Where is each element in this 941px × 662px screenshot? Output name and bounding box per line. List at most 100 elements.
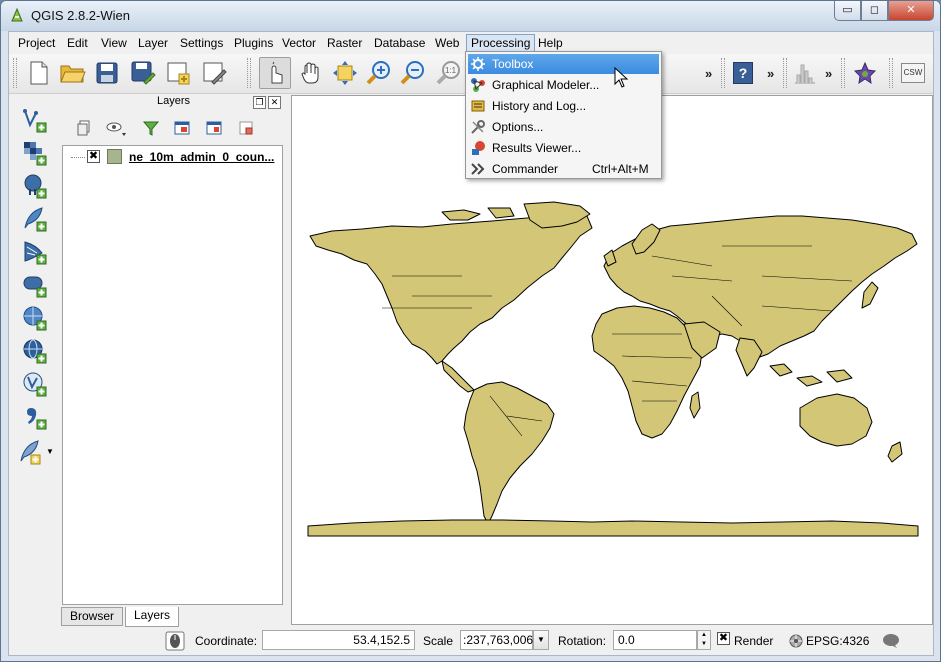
save-as-button[interactable]	[127, 57, 159, 89]
scale-dropdown-button[interactable]: ▼	[533, 630, 549, 650]
toolbar-grip[interactable]	[247, 58, 251, 88]
plugin-star-icon	[853, 61, 877, 85]
close-button[interactable]: ✕	[888, 1, 934, 21]
title-bar[interactable]: QGIS 2.8.2-Wien ▭ ◻ ✕	[1, 1, 940, 31]
antarctica-landmass	[307, 519, 919, 537]
menu-help[interactable]: Help	[534, 34, 567, 52]
north-america-landmass	[309, 213, 593, 365]
menu-edit[interactable]: Edit	[63, 34, 92, 52]
panel-float-button[interactable]: ❐	[253, 96, 266, 109]
help-contents-button[interactable]: ?	[727, 57, 759, 89]
new-layer-feather-icon	[20, 440, 41, 465]
japan	[861, 281, 879, 309]
tab-browser[interactable]: Browser	[61, 607, 124, 626]
crs-status-label[interactable]: EPSG:4326	[806, 634, 869, 648]
add-raster-layer-button[interactable]	[19, 138, 51, 168]
toolbar-grip[interactable]	[13, 58, 17, 88]
zoom-in-icon	[366, 61, 390, 85]
manage-visibility-button[interactable]	[105, 117, 127, 139]
maximize-button[interactable]: ◻	[861, 1, 888, 21]
add-wfs-layer-button[interactable]	[19, 369, 51, 399]
menu-view[interactable]: View	[97, 34, 131, 52]
panel-close-button[interactable]: ✕	[268, 96, 281, 109]
add-spatialite-layer-button[interactable]	[19, 204, 51, 234]
minimize-button[interactable]: ▭	[834, 1, 861, 21]
scale-combobox[interactable]: :237,763,006	[460, 630, 533, 650]
menu-web[interactable]: Web	[431, 34, 463, 52]
new-zealand	[887, 441, 903, 463]
toolbar-overflow-chevron[interactable]: »	[705, 66, 712, 81]
madagascar	[689, 391, 701, 419]
menu-database[interactable]: Database	[370, 34, 429, 52]
layers-panel-toolbar	[61, 113, 286, 143]
expand-all-button[interactable]	[73, 117, 95, 139]
filter-legend-button[interactable]	[140, 117, 162, 139]
pan-to-selection-button[interactable]	[329, 57, 361, 89]
mouse-coordinates-toggle-icon[interactable]	[165, 631, 185, 651]
rotation-spin-buttons[interactable]: ▲ ▼	[697, 630, 711, 650]
spin-down-button[interactable]: ▼	[698, 640, 710, 649]
tab-layers[interactable]: Layers	[125, 607, 180, 627]
menu-project[interactable]: Project	[14, 34, 59, 52]
crs-globe-icon[interactable]	[788, 633, 804, 649]
coordinate-field[interactable]: 53.4,152.5	[262, 630, 415, 650]
toolbar-grip[interactable]	[721, 58, 725, 88]
menu-vector[interactable]: Vector	[278, 34, 320, 52]
menu-raster[interactable]: Raster	[323, 34, 366, 52]
toolbar-grip[interactable]	[841, 58, 845, 88]
menu-layer[interactable]: Layer	[134, 34, 172, 52]
new-shapefile-layer-button[interactable]: ▼	[15, 437, 54, 467]
add-oracle-layer-button[interactable]	[19, 270, 51, 300]
toolbar-grip[interactable]	[889, 58, 893, 88]
window-controls: ▭ ◻ ✕	[834, 1, 934, 21]
toolbar-overflow-chevron[interactable]: »	[767, 66, 774, 81]
csw-button[interactable]: CSW	[897, 57, 929, 89]
add-wms-layer-button[interactable]	[19, 303, 51, 333]
raster-histogram-button[interactable]	[789, 57, 821, 89]
add-postgis-layer-button[interactable]	[19, 171, 51, 201]
layer-symbol-swatch[interactable]	[107, 149, 122, 164]
layer-tree[interactable]: ✖ ne_10m_admin_0_coun...	[62, 145, 283, 605]
collapse-all-button[interactable]	[203, 117, 225, 139]
menu-item-graphical-modeler[interactable]: Graphical Modeler...	[468, 75, 659, 95]
toolbar-grip[interactable]	[783, 58, 787, 88]
add-delimited-text-layer-button[interactable]	[19, 402, 51, 432]
composer-manager-button[interactable]	[199, 57, 231, 89]
menu-item-commander[interactable]: Commander Ctrl+Alt+M	[468, 159, 659, 179]
filter-by-expression-button[interactable]	[171, 117, 193, 139]
zoom-out-button[interactable]	[397, 57, 429, 89]
open-project-button[interactable]	[57, 57, 89, 89]
menu-item-options[interactable]: Options...	[468, 117, 659, 137]
plugin-button[interactable]	[849, 57, 881, 89]
menu-item-results-viewer[interactable]: Results Viewer...	[468, 138, 659, 158]
menu-item-toolbox[interactable]: Toolbox	[468, 54, 659, 74]
toolbar-overflow-chevron[interactable]: »	[825, 66, 832, 81]
new-project-button[interactable]	[23, 57, 55, 89]
layer-row[interactable]: ✖ ne_10m_admin_0_coun...	[63, 148, 282, 166]
add-vector-layer-button[interactable]	[19, 105, 51, 135]
messages-bubble-icon[interactable]	[882, 633, 900, 649]
save-project-button[interactable]	[91, 57, 123, 89]
collapse-layers-icon	[206, 121, 222, 135]
layer-visibility-checkbox[interactable]: ✖	[87, 150, 100, 163]
touch-zoom-pan-button[interactable]	[259, 57, 291, 89]
rotation-spinbox[interactable]: 0.0	[613, 630, 697, 650]
touch-hand-icon	[271, 61, 283, 84]
dropdown-arrow-icon[interactable]: ▼	[46, 447, 54, 456]
remove-layer-button[interactable]	[235, 117, 257, 139]
menu-plugins[interactable]: Plugins	[230, 34, 277, 52]
menu-settings[interactable]: Settings	[176, 34, 227, 52]
add-mssql-layer-button[interactable]	[19, 237, 51, 267]
render-checkbox[interactable]: ✖	[717, 632, 730, 645]
spin-up-button[interactable]: ▲	[698, 631, 710, 640]
add-wcs-layer-button[interactable]	[19, 336, 51, 366]
pan-map-button[interactable]	[295, 57, 327, 89]
save-icon	[96, 62, 118, 84]
new-print-composer-button[interactable]	[163, 57, 195, 89]
zoom-in-button[interactable]	[363, 57, 395, 89]
layer-name[interactable]: ne_10m_admin_0_coun...	[129, 150, 274, 164]
zoom-actual-size-button[interactable]: 1:1	[433, 57, 465, 89]
menu-item-history-log[interactable]: History and Log...	[468, 96, 659, 116]
menu-processing[interactable]: Processing	[466, 34, 536, 52]
csw-icon: CSW	[901, 63, 925, 83]
